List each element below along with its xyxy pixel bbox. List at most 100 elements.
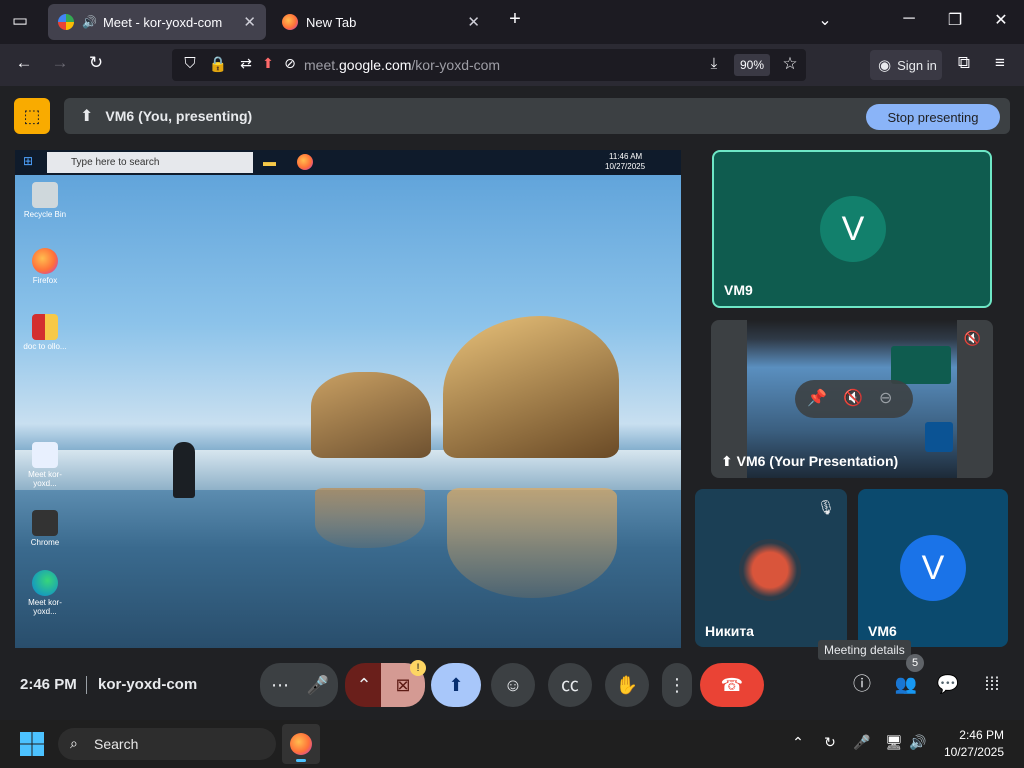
present-now-button[interactable]: ⬆	[431, 663, 481, 707]
sign-in-label: Sign in	[897, 57, 937, 73]
tab-new-tab[interactable]: New Tab ✕	[272, 4, 490, 40]
presenting-banner: ⬆ VM6 (You, presenting) Stop presenting	[64, 98, 1010, 134]
participant-name-vm6: VM6	[868, 623, 897, 639]
forward-arrow-icon[interactable]: →	[48, 53, 72, 73]
shared-search-box: Type here to search	[47, 152, 253, 173]
people-button[interactable]: 👥	[888, 666, 924, 702]
url-bar[interactable]: ⛉ 🔒 ⇄ ⬆ ⊘ meet.google.com/kor-yoxd-com ⤓…	[172, 49, 806, 81]
participant-name-vm9: VM9	[724, 282, 753, 298]
time-divider	[86, 676, 87, 694]
tray-mic-in-use-icon[interactable]: 🎤	[850, 734, 874, 751]
taskbar-firefox-icon	[290, 733, 312, 755]
camera-off-icon: ⊠	[395, 675, 411, 695]
zoom-level[interactable]: 90%	[734, 54, 770, 76]
tab-meet[interactable]: 🔊 Meet - kor-yoxd-com ✕	[48, 4, 266, 40]
leave-call-button[interactable]: ☎	[700, 663, 764, 707]
tray-sync-icon[interactable]: ↻	[818, 734, 842, 751]
taskbar-active-indicator	[296, 759, 306, 762]
present-screen-icon: ⬆	[80, 108, 94, 125]
tray-network-icon[interactable]: 🖥	[882, 734, 906, 751]
permissions-icon[interactable]: ⇄	[234, 55, 258, 72]
bookmark-star-icon[interactable]: ☆	[778, 54, 802, 74]
close-tab-meet-icon[interactable]: ✕	[243, 13, 256, 31]
meet-logo-icon[interactable]: ⬚	[14, 98, 50, 134]
tab-meet-label: Meet - kor-yoxd-com	[102, 14, 223, 30]
participant-tile-nikita[interactable]: 🎙 Никита	[695, 489, 847, 647]
account-icon: ◉	[878, 57, 892, 74]
windows-search-box[interactable]: Search	[58, 728, 276, 760]
shared-clock-time: 11:46 AM	[609, 152, 643, 161]
shared-desktop-icon-firefox: Firefox	[23, 248, 67, 285]
rock-left-reflection	[315, 488, 425, 548]
avatar-vm9: V	[820, 196, 886, 262]
browser-tab-bar: ▭ 🔊 Meet - kor-yoxd-com ✕ New Tab ✕ + ⌄ …	[0, 0, 1024, 44]
close-window-button[interactable]: ✕	[986, 10, 1016, 30]
firefox-favicon-icon	[282, 14, 298, 30]
taskbar-date: 10/27/2025	[943, 745, 1004, 759]
captions-button[interactable]: ㏄	[548, 663, 592, 707]
meet-favicon-icon	[58, 14, 74, 30]
thumbnail-tile-green	[891, 346, 951, 384]
maximize-window-button[interactable]: ❐	[940, 10, 970, 30]
save-page-icon[interactable]: ⤓	[702, 55, 726, 72]
tab-audio-icon[interactable]: 🔊	[82, 15, 97, 29]
screen-share-indicator-icon[interactable]: ⬆	[256, 55, 280, 72]
presentation-muted-icon: 🔇	[963, 330, 981, 346]
taskbar-time: 2:46 PM	[959, 728, 1004, 742]
shared-firefox-icon	[297, 154, 313, 170]
taskbar-firefox-button[interactable]	[282, 724, 320, 764]
rock-right	[443, 316, 619, 458]
shared-taskbar: ⊞ Type here to search ▬ 11:46 AM 10/27/2…	[15, 150, 681, 175]
mute-presentation-icon[interactable]: 🔇	[843, 388, 863, 408]
tracking-off-icon[interactable]: ⊘	[278, 55, 302, 72]
chat-button[interactable]: 💬	[930, 666, 966, 702]
windows-taskbar: Search ⌕ ⌃ ↻ 🎤 🖥 🔊 2:46 PM 10/27/2025	[0, 720, 1024, 768]
lock-icon[interactable]: 🔒	[206, 55, 230, 73]
sign-in-button[interactable]: ◉ Sign in	[870, 50, 942, 80]
tray-volume-icon[interactable]: 🔊	[906, 734, 930, 751]
taskbar-clock[interactable]: 2:46 PM 10/27/2025	[944, 727, 1004, 761]
activities-button[interactable]: ⁞⁞⁞	[974, 666, 1010, 702]
tab-list-icon[interactable]: ▭	[8, 11, 32, 31]
shared-desktop-icon-edge: Meet kor-yoxd...	[23, 570, 67, 616]
tray-chevron-icon[interactable]: ⌃	[786, 734, 810, 751]
pin-icon[interactable]: 📌	[807, 388, 827, 408]
participant-tile-vm6[interactable]: V VM6	[858, 489, 1008, 647]
runner-silhouette	[173, 442, 195, 498]
presentation-tile[interactable]: 📌 🔇 ⊖ 🔇 ⬆ VM6 (Your Presentation)	[711, 320, 993, 478]
more-options-button[interactable]: ⋮	[662, 663, 692, 707]
shared-clock-date: 10/27/2025	[605, 162, 646, 171]
shared-start-icon: ⊞	[23, 154, 34, 168]
avatar-vm6: V	[900, 535, 966, 601]
remove-icon[interactable]: ⊖	[879, 388, 892, 408]
participant-tile-vm9[interactable]: V VM9	[712, 150, 992, 308]
back-arrow-icon[interactable]: ←	[12, 53, 36, 73]
shared-desktop-icon-chrome: Chrome	[23, 510, 67, 547]
extensions-icon[interactable]: ⧉	[952, 53, 976, 73]
minimize-window-button[interactable]: ─	[894, 10, 924, 28]
raise-hand-button[interactable]: ✋	[605, 663, 649, 707]
windows-start-icon[interactable]	[20, 732, 44, 756]
more-audio-options-button[interactable]: ⋯	[260, 663, 300, 707]
stop-presenting-button[interactable]: Stop presenting	[866, 104, 1000, 130]
camera-options-chevron-button[interactable]: ⌃	[345, 663, 383, 707]
meeting-details-tooltip: Meeting details	[818, 640, 911, 660]
url-text: meet.google.com/kor-yoxd-com	[304, 57, 501, 73]
tab-new-tab-label: New Tab	[306, 14, 357, 30]
meet-area: ⬚ ⬆ VM6 (You, presenting) Stop presentin…	[0, 86, 1024, 720]
microphone-button[interactable]: 🎤	[298, 663, 338, 707]
shared-folder-icon: ▬	[263, 154, 276, 169]
new-tab-button[interactable]: +	[500, 8, 530, 31]
reload-icon[interactable]: ↻	[84, 53, 108, 73]
browser-nav-bar: ← → ↻ ⛉ 🔒 ⇄ ⬆ ⊘ meet.google.com/kor-yoxd…	[0, 44, 1024, 86]
tab-overflow-chevron-icon[interactable]: ⌄	[810, 10, 840, 30]
rock-left	[311, 372, 431, 458]
reactions-button[interactable]: ☺	[491, 663, 535, 707]
meeting-time: 2:46 PM	[20, 676, 77, 693]
camera-warning-icon: !	[410, 660, 426, 676]
close-tab-new-tab-icon[interactable]: ✕	[467, 13, 480, 31]
shield-icon[interactable]: ⛉	[178, 55, 202, 72]
menu-icon[interactable]: ≡	[988, 53, 1012, 73]
shared-desktop-icon-meet: Meet kor-yoxd...	[23, 442, 67, 488]
meeting-details-button[interactable]: ⓘ	[844, 666, 880, 702]
